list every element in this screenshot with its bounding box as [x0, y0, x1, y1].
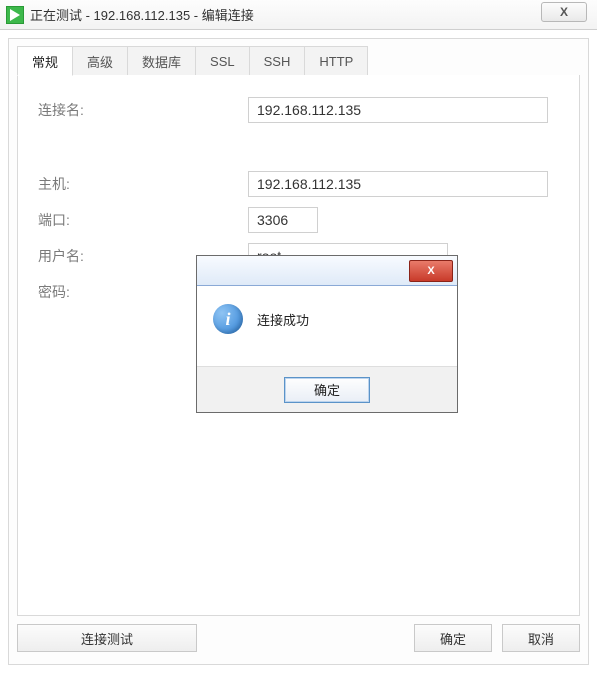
- label-host: 主机:: [38, 174, 248, 194]
- test-connection-button[interactable]: 连接测试: [17, 624, 197, 652]
- ok-button[interactable]: 确定: [414, 624, 492, 652]
- message-ok-button[interactable]: 确定: [284, 377, 370, 403]
- message-close-button[interactable]: X: [409, 260, 453, 282]
- title-bar: 正在测试 - 192.168.112.135 - 编辑连接 X: [0, 0, 597, 30]
- input-host[interactable]: [248, 171, 548, 197]
- tab-advanced[interactable]: 高级: [72, 46, 128, 76]
- tab-http[interactable]: HTTP: [304, 46, 368, 76]
- app-icon: [6, 6, 24, 24]
- message-title-bar: X: [197, 256, 457, 286]
- window-title: 正在测试 - 192.168.112.135 - 编辑连接: [30, 5, 254, 24]
- tab-general[interactable]: 常规: [17, 46, 73, 76]
- cancel-button[interactable]: 取消: [502, 624, 580, 652]
- info-icon: i: [213, 304, 243, 334]
- tab-database[interactable]: 数据库: [127, 46, 196, 76]
- label-port: 端口:: [38, 210, 248, 230]
- input-port[interactable]: [248, 207, 318, 233]
- tab-strip: 常规 高级 数据库 SSL SSH HTTP: [17, 46, 580, 76]
- dialog-button-bar: 连接测试 确定 取消: [17, 620, 580, 656]
- tab-ssh[interactable]: SSH: [249, 46, 306, 76]
- tab-ssl[interactable]: SSL: [195, 46, 250, 76]
- input-connection-name[interactable]: [248, 97, 548, 123]
- label-connection-name: 连接名:: [38, 100, 248, 120]
- message-box: X i 连接成功 确定: [196, 255, 458, 413]
- window-close-button[interactable]: X: [541, 2, 587, 22]
- message-text: 连接成功: [257, 304, 309, 329]
